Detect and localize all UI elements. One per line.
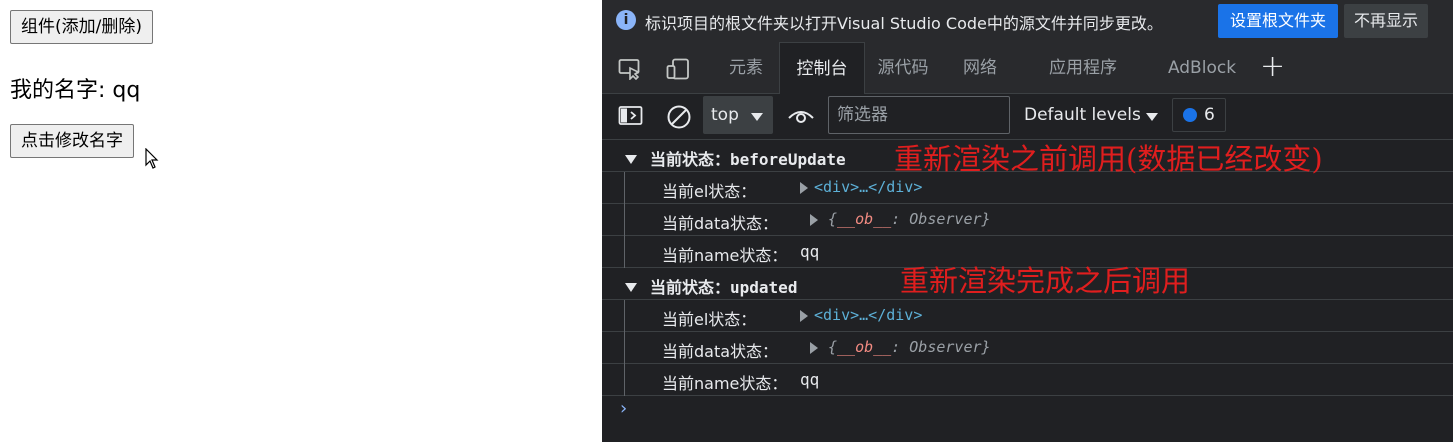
expand-triangle-icon[interactable] bbox=[810, 214, 818, 226]
console-row-el: 当前el状态： <div>…</div> bbox=[602, 300, 1453, 332]
data-value[interactable]: {__ob__: Observer} bbox=[828, 210, 991, 228]
console-prompt[interactable]: › bbox=[620, 398, 627, 419]
tab-adblock[interactable]: AdBlock bbox=[1162, 42, 1242, 94]
tab-network[interactable]: 网络 bbox=[950, 42, 1010, 94]
devtools-panel: i 标识项目的根文件夹以打开Visual Studio Code中的源文件并同步… bbox=[602, 0, 1453, 442]
devtools-tabbar: 元素 控制台 源代码 网络 应用程序 AdBlock + bbox=[602, 42, 1453, 94]
console-filter-input[interactable] bbox=[828, 96, 1010, 134]
message-count-badge[interactable]: 6 bbox=[1172, 98, 1226, 132]
dont-show-again-button[interactable]: 不再显示 bbox=[1344, 4, 1428, 38]
clear-console-icon[interactable] bbox=[666, 104, 692, 130]
infobar-message: 标识项目的根文件夹以打开Visual Studio Code中的源文件并同步更改… bbox=[645, 14, 1163, 33]
expand-triangle-icon[interactable] bbox=[800, 182, 808, 194]
group-title-prefix: 当前状态： bbox=[650, 150, 731, 169]
name-value: qq bbox=[800, 242, 820, 261]
info-icon: i bbox=[616, 10, 636, 30]
console-row-name: 当前name状态： qq bbox=[602, 364, 1453, 396]
message-icon bbox=[1183, 108, 1197, 122]
inspect-element-icon[interactable] bbox=[618, 58, 642, 80]
sidebar-toggle-icon[interactable] bbox=[618, 105, 644, 127]
tab-sources[interactable]: 源代码 bbox=[868, 42, 938, 94]
annotation-text: 重新渲染完成之后调用 bbox=[900, 264, 1191, 298]
message-count: 6 bbox=[1204, 105, 1215, 125]
group-title-value: beforeUpdate bbox=[730, 150, 846, 169]
console-row-data: 当前data状态： {__ob__: Observer} bbox=[602, 204, 1453, 236]
rendered-page: 组件(添加/删除) 我的名字: qq 点击修改名字 bbox=[0, 0, 602, 442]
console-toolbar: top Default levels 6 bbox=[602, 94, 1453, 140]
expand-triangle-icon[interactable] bbox=[625, 283, 637, 292]
rename-button[interactable]: 点击修改名字 bbox=[10, 124, 134, 158]
mouse-pointer-icon bbox=[145, 148, 159, 169]
expand-triangle-icon[interactable] bbox=[800, 310, 808, 322]
name-value: qq bbox=[800, 370, 820, 389]
el-label: 当前el状态： bbox=[662, 182, 757, 201]
context-value: top bbox=[711, 105, 739, 125]
chevron-down-icon bbox=[751, 113, 763, 121]
tab-elements[interactable]: 元素 bbox=[714, 42, 778, 94]
tab-application[interactable]: 应用程序 bbox=[1038, 42, 1128, 94]
chevron-down-icon bbox=[1146, 113, 1158, 121]
data-value[interactable]: {__ob__: Observer} bbox=[828, 338, 991, 356]
console-output: 当前状态：beforeUpdate 重新渲染之前调用(数据已经改变) 当前el状… bbox=[602, 140, 1453, 442]
log-levels-label: Default levels bbox=[1024, 105, 1141, 125]
group-title-prefix: 当前状态： bbox=[650, 278, 731, 297]
more-tabs-plus-icon[interactable]: + bbox=[1260, 52, 1285, 82]
name-label: 当前name状态： bbox=[662, 246, 788, 265]
data-label: 当前data状态： bbox=[662, 342, 779, 361]
console-row-data: 当前data状态： {__ob__: Observer} bbox=[602, 332, 1453, 364]
expand-triangle-icon[interactable] bbox=[810, 342, 818, 354]
infobar: i 标识项目的根文件夹以打开Visual Studio Code中的源文件并同步… bbox=[602, 0, 1453, 42]
log-levels-dropdown[interactable]: Default levels bbox=[1024, 96, 1158, 134]
device-toolbar-icon[interactable] bbox=[666, 58, 690, 80]
el-label: 当前el状态： bbox=[662, 310, 757, 329]
expand-triangle-icon[interactable] bbox=[625, 155, 637, 164]
console-row-el: 当前el状态： <div>…</div> bbox=[602, 172, 1453, 204]
name-label: 当前name状态： bbox=[662, 374, 788, 393]
el-value[interactable]: <div>…</div> bbox=[814, 306, 922, 324]
name-display: 我的名字: qq bbox=[10, 78, 141, 103]
group-title-value: updated bbox=[730, 278, 798, 297]
live-expression-eye-icon[interactable] bbox=[787, 106, 815, 126]
set-root-folder-button[interactable]: 设置根文件夹 bbox=[1218, 4, 1338, 38]
data-label: 当前data状态： bbox=[662, 214, 779, 233]
el-value[interactable]: <div>…</div> bbox=[814, 178, 922, 196]
toggle-component-button[interactable]: 组件(添加/删除) bbox=[10, 10, 153, 44]
tab-console[interactable]: 控制台 bbox=[779, 42, 865, 94]
context-select[interactable]: top bbox=[703, 96, 773, 134]
